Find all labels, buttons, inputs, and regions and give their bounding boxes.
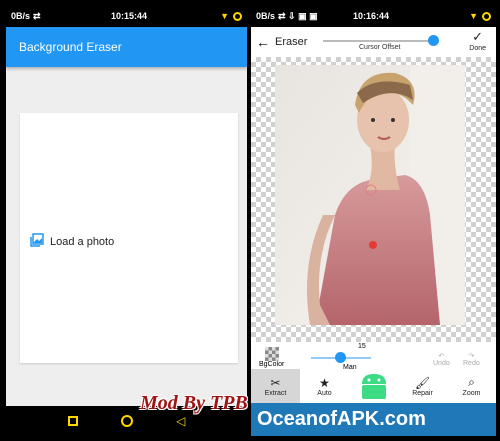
net-speed: 0B/s [256, 11, 276, 21]
undo-button[interactable]: ↶ Undo [433, 352, 450, 367]
cursor-offset-thumb[interactable] [428, 35, 439, 46]
status-bar: 0B/s ⇄ ⇩ ▣ ▣ 10:16:44 ▼ [251, 5, 496, 27]
right-phone: 0B/s ⇄ ⇩ ▣ ▣ 10:16:44 ▼ ← Eraser Cursor … [251, 5, 496, 436]
done-button[interactable]: ✓ Done [469, 29, 486, 52]
brand-text: OceanofAPK.com [257, 408, 426, 430]
undo-icon: ↶ [438, 353, 445, 360]
cursor-offset-slider[interactable] [323, 40, 431, 42]
done-label: Done [469, 45, 486, 52]
tool-manual[interactable] [349, 369, 398, 403]
check-icon: ✓ [472, 29, 484, 44]
battery-icon [233, 11, 242, 21]
cursor-offset-label: Cursor Offset [359, 44, 401, 51]
load-photo-button[interactable]: Load a photo [30, 233, 114, 250]
checker-icon [264, 347, 279, 361]
undo-label: Undo [433, 360, 450, 367]
editing-canvas[interactable] [251, 57, 496, 342]
redo-button[interactable]: ↷ Redo [463, 352, 480, 367]
screenshot-frame: 0B/s ⇄ 10:15:44 ▼ Background Eraser Load… [0, 0, 500, 441]
tool-zoom[interactable]: ⌕ Zoom [447, 369, 496, 403]
wifi-icon: ▼ [220, 11, 229, 21]
status-time: 10:16:44 [353, 11, 390, 21]
back-icon[interactable]: ◁ [176, 414, 185, 428]
brush-size-thumb[interactable] [335, 352, 346, 363]
status-bar: 0B/s ⇄ 10:15:44 ▼ [6, 5, 247, 27]
battery-icon [482, 11, 491, 21]
photo-library-icon [30, 233, 44, 250]
star-icon: ★ [319, 375, 330, 390]
sync-icon: ⇄ [33, 10, 41, 21]
scissors-icon: ✂ [270, 375, 281, 390]
brand-banner: OceanofAPK.com [251, 403, 496, 436]
tool-repair[interactable]: 🖌 Repair [398, 369, 447, 403]
tool-label: Repair [412, 389, 433, 397]
toolbar-title: Eraser [275, 36, 308, 48]
redo-label: Redo [463, 360, 480, 367]
mod-by-watermark: Mod By TPB [140, 392, 248, 414]
tool-label: Zoom [462, 390, 481, 397]
tool-auto[interactable]: ★ Auto [300, 369, 349, 403]
android-icon [354, 370, 394, 402]
load-photo-card[interactable]: Load a photo [20, 113, 238, 363]
wifi-icon: ▼ [469, 11, 478, 21]
recents-icon[interactable] [67, 416, 78, 426]
status-time: 10:15:44 [111, 11, 148, 21]
app-title: Background Eraser [19, 40, 122, 54]
sync-icon: ⇄ ⇩ ▣ ▣ [278, 10, 318, 21]
tool-bar: ✂ Extract ★ Auto 🖌 Repair ⌕ Zoom [251, 369, 496, 403]
app-bar: Background Eraser [6, 27, 247, 67]
brush-size-value: 15 [358, 343, 366, 350]
eraser-toolbar: ← Eraser Cursor Offset ✓ Done [251, 27, 496, 57]
tool-label: Extract [264, 389, 287, 397]
bgcolor-label: BgColor [259, 361, 285, 368]
left-phone: 0B/s ⇄ 10:15:44 ▼ Background Eraser Load… [6, 5, 247, 436]
net-speed: 0B/s [11, 11, 31, 21]
tool-label: Auto [317, 389, 332, 397]
load-photo-label: Load a photo [50, 235, 115, 248]
home-icon[interactable] [120, 415, 133, 427]
tool-extract[interactable]: ✂ Extract [251, 369, 300, 403]
brush-icon: 🖌 [414, 375, 431, 390]
back-arrow-icon[interactable]: ← [256, 34, 270, 50]
subject-photo [275, 65, 465, 325]
zoom-icon: ⌕ [468, 375, 475, 389]
redo-icon: ↷ [468, 353, 475, 360]
bgcolor-button[interactable]: BgColor [259, 347, 284, 368]
